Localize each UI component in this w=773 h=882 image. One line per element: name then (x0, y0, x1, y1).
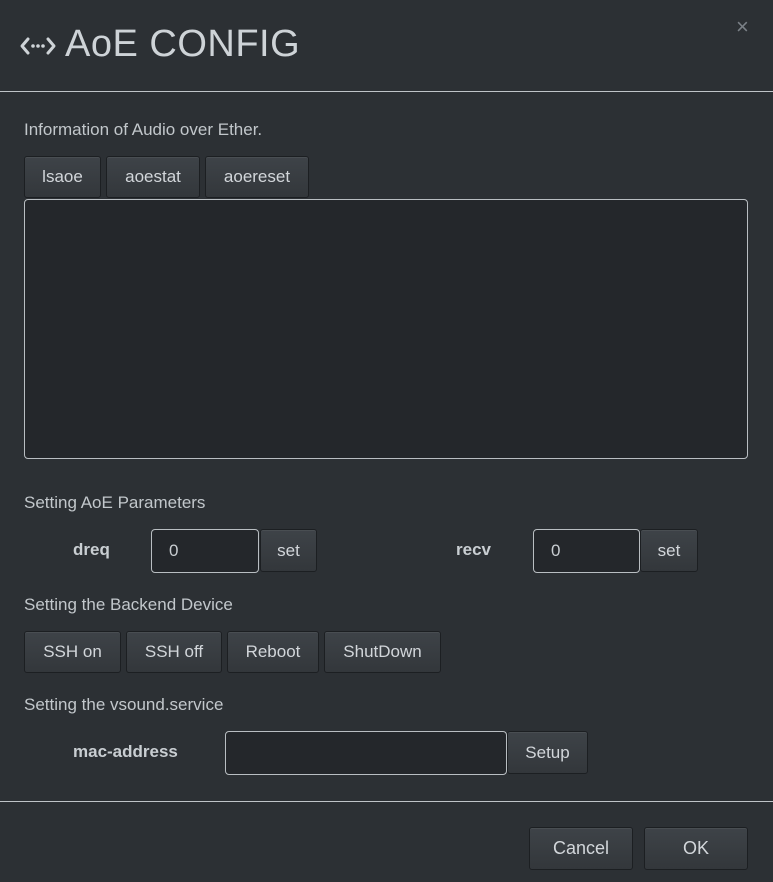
close-icon[interactable]: × (736, 14, 749, 40)
code-arrows-icon (20, 37, 56, 55)
dreq-label: dreq (73, 540, 110, 559)
info-section-label: Information of Audio over Ether. (24, 120, 263, 139)
footer-divider (0, 801, 773, 802)
ssh-on-button[interactable]: SSH on (24, 631, 121, 673)
aoe-config-dialog: AoE CONFIG × Information of Audio over E… (0, 0, 773, 882)
lsaoe-button[interactable]: lsaoe (24, 156, 101, 198)
backend-section-label: Setting the Backend Device (24, 595, 233, 614)
recv-input[interactable] (533, 529, 640, 573)
aoestat-button[interactable]: aoestat (106, 156, 200, 198)
info-output-area[interactable] (24, 199, 748, 459)
shutdown-button[interactable]: ShutDown (324, 631, 441, 673)
mac-address-label: mac-address (73, 742, 178, 761)
aoereset-button[interactable]: aoereset (205, 156, 309, 198)
vsound-section-label: Setting the vsound.service (24, 695, 224, 714)
ssh-off-button[interactable]: SSH off (126, 631, 222, 673)
ok-button[interactable]: OK (644, 827, 748, 870)
cancel-button[interactable]: Cancel (529, 827, 633, 870)
dreq-set-button[interactable]: set (260, 529, 317, 572)
dialog-header: AoE CONFIG × (0, 0, 773, 92)
setup-button[interactable]: Setup (507, 731, 588, 774)
dreq-input[interactable] (151, 529, 259, 573)
dialog-title: AoE CONFIG (65, 23, 301, 65)
recv-label: recv (456, 540, 491, 559)
reboot-button[interactable]: Reboot (227, 631, 319, 673)
mac-address-input[interactable] (225, 731, 507, 775)
recv-set-button[interactable]: set (640, 529, 698, 572)
params-section-label: Setting AoE Parameters (24, 493, 206, 512)
